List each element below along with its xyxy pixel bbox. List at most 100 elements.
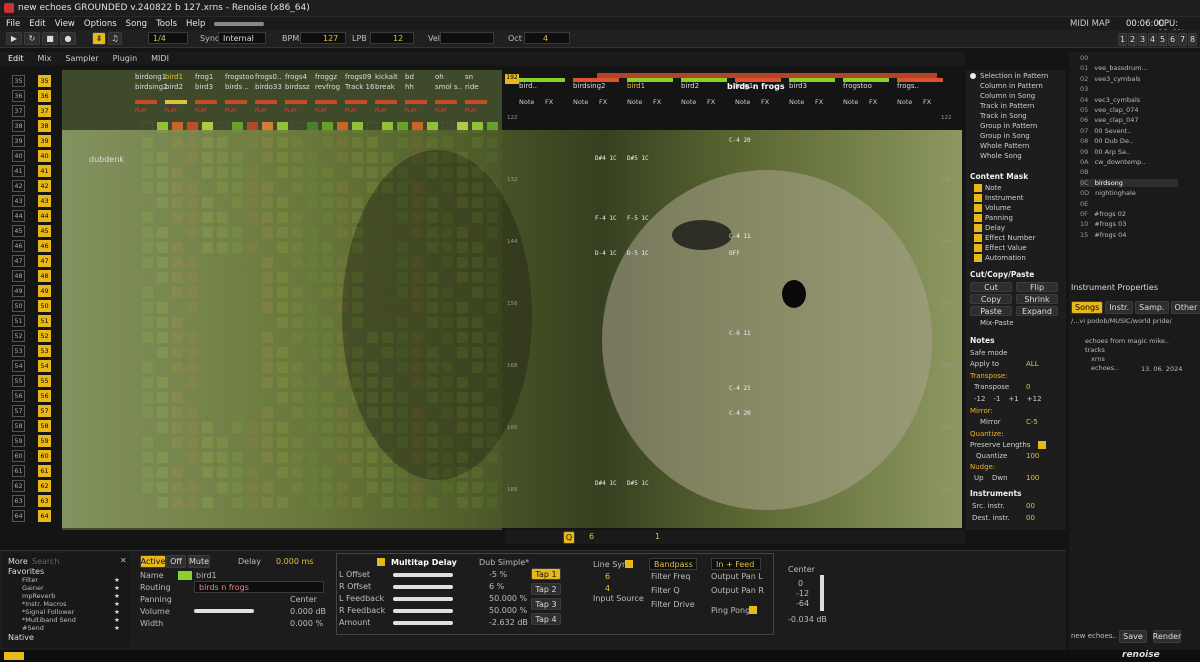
line-number-active[interactable]: 35 [38,75,51,87]
line-number-active[interactable]: 61 [38,465,51,477]
line-number[interactable]: 52 [12,330,25,342]
track-name[interactable]: bd [405,73,414,81]
menu-view[interactable]: View [55,19,75,29]
velocity-field[interactable] [440,32,494,44]
track-color-swatch[interactable] [178,571,192,580]
ccp-shrink-button[interactable]: Shrink [1016,294,1058,304]
track-name[interactable]: break [375,83,395,91]
line-number-active[interactable]: 42 [38,180,51,192]
line-number[interactable]: 45 [12,225,25,237]
line-number-active[interactable]: 46 [38,240,51,252]
instrument-item[interactable]: 04 vec3_cymbals [1080,96,1140,104]
dsp-item[interactable]: mpReverb [22,592,55,600]
track-name[interactable]: birdssz [285,83,310,91]
line-number-active[interactable]: 39 [38,135,51,147]
track-5-button[interactable]: 5 [1158,33,1167,46]
note-cell[interactable]: C-4 20 [729,137,751,144]
track-name[interactable]: birdsing2 [135,83,168,91]
transpose-step-button[interactable]: +12 [1027,395,1042,403]
track-name[interactable]: birds .. [225,83,249,91]
line-number[interactable]: 63 [12,495,25,507]
line-number-active[interactable]: 63 [38,495,51,507]
track-name[interactable]: frogs09 [345,73,371,81]
mask-item[interactable]: Volume [974,204,1011,212]
tab-midi[interactable]: MIDI [151,54,169,63]
instrument-item[interactable]: 0E [1080,200,1094,208]
instrument-item[interactable]: 0D nightinghale [1080,189,1136,197]
ccp-expand-button[interactable]: Expand [1016,306,1058,316]
selection-scope-item[interactable]: Whole Song [980,152,1022,160]
tab-plugin[interactable]: Plugin [113,54,138,63]
selection-scope-item[interactable]: Group in Pattern [980,122,1037,130]
line-number-active[interactable]: 41 [38,165,51,177]
line-number-active[interactable]: 52 [38,330,51,342]
menu-file[interactable]: File [6,19,20,29]
track-name[interactable]: kickalt [375,73,398,81]
dsp-item[interactable]: *Multiband Send [22,616,76,624]
selection-scope-item[interactable]: Column in Pattern [980,82,1043,90]
master-volume-slider[interactable] [214,21,265,26]
step-length[interactable]: 1/4 [148,32,188,44]
native-folder[interactable]: Native [8,633,34,642]
note-cell[interactable]: D-5 1C [627,250,649,257]
pattern-track-name[interactable]: bird.. [519,82,537,90]
favorite-star-icon[interactable]: ★ [114,616,120,624]
track-name[interactable]: bird2 [165,83,183,91]
follow-button[interactable]: ⇟ [92,32,106,45]
ccp-paste-button[interactable]: Paste [970,306,1012,316]
src-instr-value[interactable]: 00 [1026,502,1035,510]
line-number[interactable]: 50 [12,300,25,312]
preserve-lengths-checkbox[interactable] [1038,441,1046,449]
off-button[interactable]: Off [166,555,186,568]
track-name[interactable]: frogstoo [225,73,254,81]
delay-param-slider[interactable] [393,585,453,589]
octave-field[interactable]: 4 [524,32,570,44]
track-name[interactable]: bird1 [165,73,183,81]
line-number-active[interactable]: 40 [38,150,51,162]
line-number[interactable]: 53 [12,345,25,357]
delay-param-slider[interactable] [393,573,453,577]
line-number-active[interactable]: 44 [38,210,51,222]
pattern-track-name[interactable]: bird3 [789,82,807,90]
track-name[interactable]: frog1 [195,73,213,81]
line-number[interactable]: 62 [12,480,25,492]
mask-item[interactable]: Delay [974,224,1005,232]
line-number[interactable]: 37 [12,105,25,117]
tab-mix[interactable]: Mix [38,54,52,63]
note-cell[interactable]: OFF [729,250,740,257]
instrument-item[interactable]: 06 vee_clap_047 [1080,116,1139,124]
line-number[interactable]: 55 [12,375,25,387]
track-name[interactable]: birdong1 [135,73,166,81]
mode-select[interactable]: In + Feed [711,558,761,570]
line-number-active[interactable]: 59 [38,435,51,447]
loop-button[interactable]: ↻ [24,32,40,45]
save-button[interactable]: Save [1119,630,1147,643]
midi-map-button[interactable]: MIDI MAP [1070,19,1110,29]
instprops-tab[interactable]: Other [1170,301,1200,314]
nudge-up-button[interactable]: Up [974,474,984,482]
bpm-field[interactable]: 127 [300,32,346,44]
line-number-active[interactable]: 55 [38,375,51,387]
note-cell[interactable]: F-4 1C [595,215,617,222]
note-cell[interactable]: F-5 1C [627,215,649,222]
quantize-button[interactable]: Quantize [976,452,1007,460]
instrument-item[interactable]: 0F #frogs 02 [1080,210,1126,218]
menu-options[interactable]: Options [84,19,117,29]
instrument-item[interactable]: 03 [1080,85,1094,93]
track-name[interactable]: bird3 [195,83,213,91]
delay-param-slider[interactable] [393,621,453,625]
tree-item[interactable]: echoes from magic mike.. [1085,337,1169,345]
delay-preset[interactable]: Dub Simple* [479,558,529,567]
pattern-editor[interactable]: 192 birds n frogs bird.. Note FX birdsing2 N… [505,70,965,530]
note-cell[interactable]: D-4 1C [595,250,617,257]
selection-scope-item[interactable]: Track in Pattern [980,102,1034,110]
note-cell[interactable]: C-4 21 [729,385,751,392]
dsp-item[interactable]: #Send [22,624,44,632]
line-number[interactable]: 54 [12,360,25,372]
track-name[interactable]: revfrog [315,83,340,91]
note-cell[interactable]: C-6 11 [729,330,751,337]
track-name[interactable]: hh [405,83,414,91]
pattern-track-name[interactable]: birdsing2 [573,82,606,90]
track-name[interactable]: smol s.. [435,83,462,91]
track-6-button[interactable]: 6 [1168,33,1177,46]
